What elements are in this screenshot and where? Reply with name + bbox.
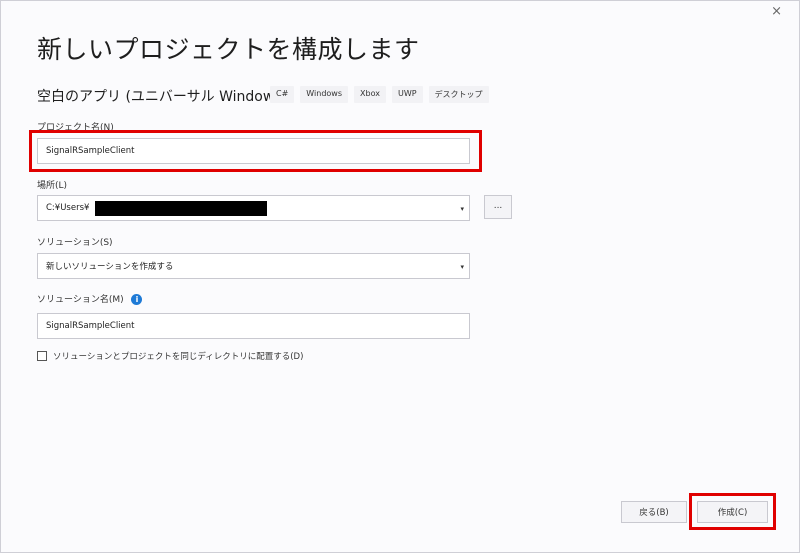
tag-xbox: Xbox bbox=[354, 86, 386, 103]
solution-name-input[interactable]: SignalRSampleClient bbox=[37, 313, 470, 339]
solution-value: 新しいソリューションを作成する bbox=[46, 262, 174, 272]
tag-csharp: C# bbox=[270, 86, 295, 103]
project-name-highlight bbox=[29, 130, 482, 172]
create-button-highlight bbox=[689, 493, 776, 530]
location-value: C:¥Users¥ bbox=[46, 203, 90, 213]
template-tags: C# Windows Xbox UWP デスクトップ bbox=[270, 86, 489, 103]
solution-label: ソリューション(S) bbox=[37, 238, 113, 248]
tag-windows: Windows bbox=[300, 86, 349, 103]
info-icon[interactable]: i bbox=[131, 294, 143, 305]
redacted-path bbox=[95, 200, 268, 216]
solution-name-value: SignalRSampleClient bbox=[46, 321, 135, 331]
chevron-down-icon[interactable]: ▾ bbox=[460, 263, 464, 271]
same-directory-option[interactable]: ソリューションとプロジェクトを同じディレクトリに配置する(D) bbox=[37, 350, 303, 362]
back-button[interactable]: 戻る(B) bbox=[621, 501, 687, 523]
template-name: 空白のアプリ (ユニバーサル Windows) bbox=[37, 89, 288, 105]
solution-name-label: ソリューション名(M) i bbox=[37, 292, 143, 305]
browse-button[interactable]: ... bbox=[484, 195, 512, 219]
chevron-down-icon[interactable]: ▾ bbox=[460, 205, 464, 213]
solution-name-label-text: ソリューション名(M) bbox=[37, 295, 124, 305]
tag-uwp: UWP bbox=[391, 86, 423, 103]
close-icon[interactable]: × bbox=[771, 4, 782, 19]
solution-combobox[interactable]: 新しいソリューションを作成する ▾ bbox=[37, 253, 470, 279]
tag-desktop: デスクトップ bbox=[428, 86, 489, 103]
same-directory-label: ソリューションとプロジェクトを同じディレクトリに配置する(D) bbox=[53, 352, 304, 362]
same-directory-checkbox[interactable] bbox=[37, 351, 47, 361]
location-label: 場所(L) bbox=[37, 181, 68, 191]
location-combobox[interactable]: C:¥Users¥ ▾ bbox=[37, 195, 470, 221]
page-title: 新しいプロジェクトを構成します bbox=[37, 35, 420, 64]
